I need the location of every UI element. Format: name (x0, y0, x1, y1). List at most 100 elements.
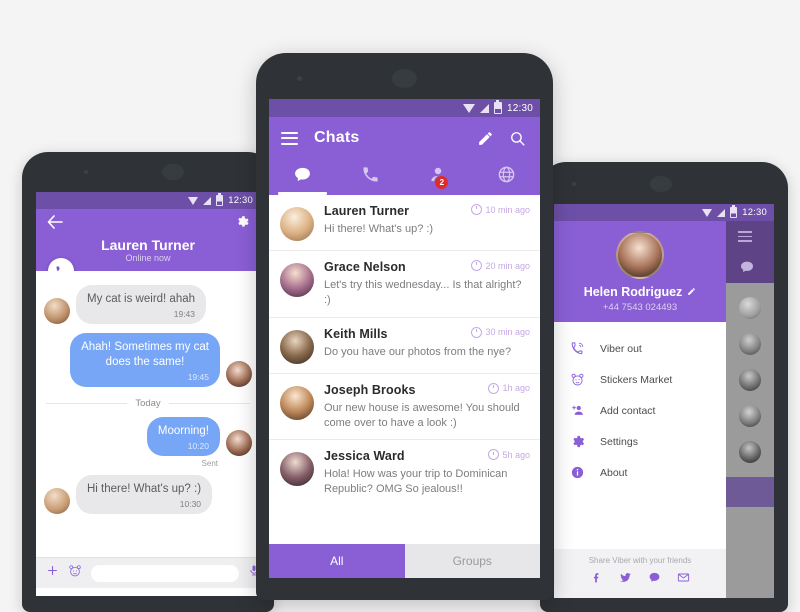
signal-icon (717, 208, 726, 217)
chat-preview-text: Do you have our photos from the nye? (324, 345, 512, 358)
message-row: My cat is weird! ahah 19:43 (36, 285, 260, 324)
filter-tab-groups[interactable]: Groups (404, 544, 540, 578)
drawer-item-label: Add contact (600, 404, 656, 417)
clock-icon (488, 382, 500, 394)
share-prompt-text: Share Viber with your friends (588, 556, 692, 565)
clock-icon (471, 326, 483, 338)
signal-icon (479, 103, 489, 113)
chat-row-body: Keith Mills 30 min ago Do you have our p… (324, 326, 530, 364)
plus-icon[interactable] (46, 564, 59, 582)
chat-timestamp: 5h ago (488, 449, 530, 461)
chat-preview-text: Let's try this wednesday... Is that alri… (324, 279, 522, 306)
drawer-item-label: Settings (600, 435, 638, 448)
table-row[interactable]: Joseph Brooks 1h ago Our new house is aw… (269, 374, 540, 441)
email-icon[interactable] (677, 571, 690, 589)
separator-line-left (46, 402, 128, 404)
contact-name: Lauren Turner (324, 204, 410, 218)
clock-icon (471, 204, 483, 215)
wifi-icon (462, 103, 475, 113)
message-time: 19:45 (187, 371, 209, 382)
wifi-icon (188, 196, 199, 205)
hamburger-menu-icon[interactable] (738, 231, 752, 242)
table-row[interactable]: Grace Nelson 20 min ago Let's try this w… (269, 251, 540, 318)
message-status-label: Sent (201, 458, 218, 468)
hamburger-menu-icon[interactable] (281, 131, 298, 145)
pencil-icon[interactable] (474, 127, 496, 149)
center-status-bar: 12:30 (269, 99, 540, 117)
left-phone-device: 12:30 Lauren Turner Online now My cat is… (22, 152, 274, 612)
center-phone-device: 12:30 Chats 2 Lauren Turner 10 min ago H… (256, 53, 553, 600)
left-status-bar: 12:30 (36, 192, 260, 209)
battery-icon (730, 205, 738, 218)
back-arrow-icon[interactable] (47, 214, 63, 234)
chat-row-body: Grace Nelson 20 min ago Let's try this w… (324, 260, 530, 308)
chat-bubble-icon[interactable] (648, 571, 661, 589)
table-row[interactable]: Keith Mills 30 min ago Do you have our p… (269, 318, 540, 374)
drawer-item-about[interactable]: About (554, 457, 726, 488)
timestamp-text: 1h ago (502, 383, 530, 394)
chat-row-body: Lauren Turner 10 min ago Hi there! What'… (324, 204, 530, 241)
avatar (226, 360, 252, 387)
facebook-icon[interactable] (590, 571, 603, 589)
tab-chats[interactable] (269, 159, 337, 195)
avatar (739, 369, 761, 391)
status-time: 12:30 (506, 102, 533, 114)
front-camera (572, 182, 576, 186)
drawer-profile-header: Helen Rodriguez +44 7543 024493 (554, 221, 726, 322)
avatar (226, 429, 252, 456)
avatar (739, 333, 761, 355)
drawer-item-stickers-market[interactable]: Stickers Market (554, 364, 726, 395)
right-status-bar: 12:30 (554, 204, 774, 221)
drawer-scrim-chat-list[interactable] (726, 221, 774, 598)
avatar (280, 263, 314, 297)
drawer-item-add-contact[interactable]: Add contact (554, 395, 726, 426)
incoming-bubble[interactable]: Hi there! What's up? :) 10:30 (76, 474, 213, 514)
avatar[interactable] (616, 231, 664, 279)
message-text: My cat is weird! ahah (87, 293, 196, 305)
day-separator: Today (36, 396, 260, 417)
chat-bubble-icon (292, 165, 313, 189)
outgoing-bubble[interactable]: Ahah! Sometimes my cat does the same! 19… (70, 332, 220, 387)
social-share-row (554, 571, 726, 589)
pencil-icon[interactable] (687, 285, 696, 299)
sticker-bear-icon[interactable] (68, 564, 82, 583)
table-row[interactable]: Lauren Turner 10 min ago Hi there! What'… (269, 195, 540, 251)
table-row[interactable]: Jessica Ward 5h ago Hola! How was your t… (269, 440, 540, 506)
status-time: 12:30 (228, 195, 253, 206)
drawer-item-settings[interactable]: Settings (554, 426, 726, 457)
gear-icon[interactable] (235, 215, 249, 234)
chat-row-head: Joseph Brooks 1h ago (324, 382, 530, 397)
clock-icon (471, 260, 483, 271)
message-time: 19:43 (173, 308, 196, 319)
timestamp-text: 20 min ago (485, 260, 530, 271)
battery-icon (216, 193, 224, 206)
message-row: Hi there! What's up? :) 10:30 (36, 474, 260, 514)
contact-name: Jessica Ward (324, 449, 405, 464)
sticker-bear-icon (569, 371, 586, 388)
message-input[interactable] (91, 564, 239, 582)
right-phone-device: 12:30 Helen Rodriguez +44 7543 024493 Vi… (540, 162, 788, 612)
chat-list: Lauren Turner 10 min ago Hi there! What'… (269, 195, 540, 544)
gear-icon (569, 433, 586, 450)
navigation-drawer-overlay: Helen Rodriguez +44 7543 024493 Viber ou… (554, 221, 774, 598)
drawer-item-label: Viber out (600, 342, 642, 355)
filter-tab-all[interactable]: All (269, 544, 405, 578)
tab-contacts[interactable]: 2 (405, 159, 473, 195)
drawer-item-viber-out[interactable]: Viber out (554, 333, 726, 364)
chat-preview-text: Hi there! What's up? :) (324, 223, 434, 235)
tab-public[interactable] (472, 159, 540, 195)
chat-timestamp: 1h ago (488, 382, 530, 394)
app-bar: Chats 2 (269, 117, 540, 195)
chat-row-body: Jessica Ward 5h ago Hola! How was your t… (324, 449, 530, 497)
tab-calls[interactable] (337, 159, 405, 195)
front-camera (297, 76, 302, 81)
twitter-icon[interactable] (619, 571, 632, 589)
drawer-footer: Share Viber with your friends (554, 549, 726, 598)
incoming-bubble[interactable]: My cat is weird! ahah 19:43 (76, 285, 207, 324)
front-camera (84, 170, 88, 174)
search-icon[interactable] (506, 127, 528, 149)
signal-icon (203, 196, 212, 205)
avatar (280, 385, 314, 420)
earpiece-speaker (650, 176, 672, 192)
outgoing-bubble[interactable]: Moorning! 10:20 (146, 416, 220, 456)
